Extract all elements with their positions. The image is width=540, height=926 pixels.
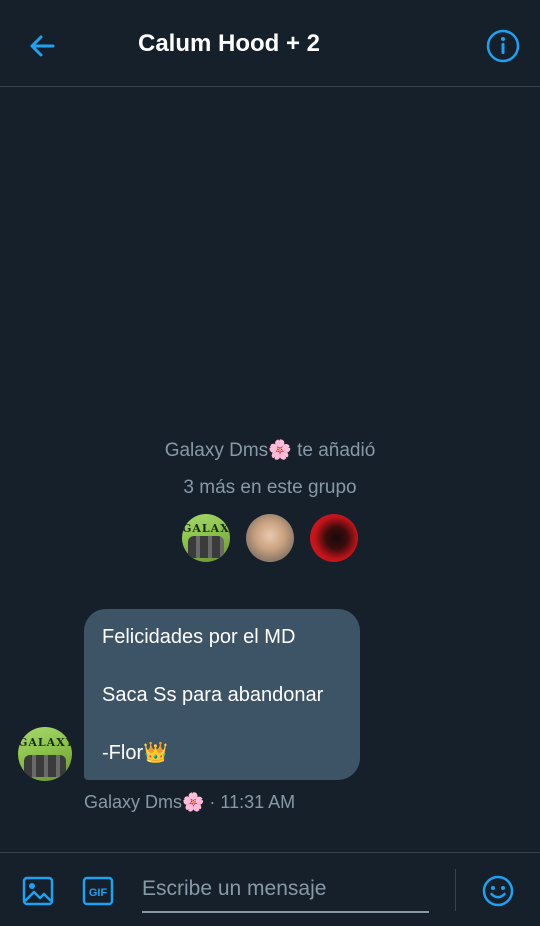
emoji-button[interactable] (479, 872, 517, 910)
avatar-band-photo (24, 755, 66, 777)
avatar-logo-text: GALAXY (182, 522, 230, 535)
sender-avatar[interactable]: GALAXY (18, 727, 72, 781)
message-meta: Galaxy Dms🌸 · 11:31 AM (84, 792, 296, 812)
avatar[interactable] (310, 514, 358, 562)
message-bubble[interactable]: Felicidades por el MD Saca Ss para aband… (84, 609, 360, 780)
group-added-notice: Galaxy Dms🌸 te añadió 3 más en este grup… (0, 432, 540, 506)
gif-label: GIF (89, 887, 108, 899)
avatar[interactable] (246, 514, 294, 562)
arrow-left-icon (30, 35, 55, 57)
message-line: -Flor👑 (102, 742, 169, 764)
avatar-band-photo (188, 536, 224, 558)
conversation-title[interactable]: Calum Hood + 2 (138, 28, 320, 60)
message-input[interactable] (142, 867, 429, 913)
avatar-logo-text: GALAXY (18, 736, 72, 749)
message-composer: GIF (0, 852, 540, 926)
info-button[interactable] (483, 26, 523, 66)
group-added-line1: Galaxy Dms🌸 te añadió (164, 440, 376, 461)
smiley-icon (482, 875, 514, 907)
message-line: Felicidades por el MD (102, 626, 296, 648)
message-line: Saca Ss para abandonar (102, 684, 324, 706)
info-icon (486, 29, 520, 63)
avatar[interactable]: GALAXY (182, 514, 230, 562)
gif-icon: GIF (82, 876, 114, 906)
added-members-avatars: GALAXY (0, 514, 540, 562)
conversation-header: Calum Hood + 2 (0, 0, 540, 87)
image-icon (22, 876, 54, 906)
back-button[interactable] (22, 26, 62, 66)
gif-button[interactable]: GIF (81, 874, 115, 908)
add-media-button[interactable] (20, 873, 56, 909)
composer-divider (455, 869, 456, 911)
group-added-line2: 3 más en este grupo (183, 477, 357, 498)
